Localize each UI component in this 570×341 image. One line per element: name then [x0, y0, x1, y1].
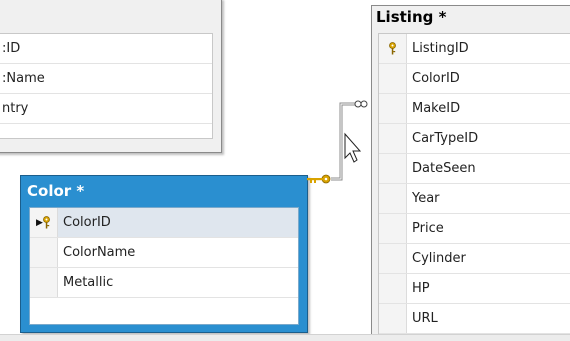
- horizontal-scroll-track[interactable]: [0, 334, 570, 341]
- relationship-overlay: [307, 100, 368, 184]
- infinity-icon: [354, 100, 368, 108]
- diagram-canvas[interactable]: :ID :Name ntry Listing * ListingID Color…: [0, 0, 570, 341]
- mouse-cursor-icon: [344, 132, 362, 163]
- key-icon: [307, 174, 331, 184]
